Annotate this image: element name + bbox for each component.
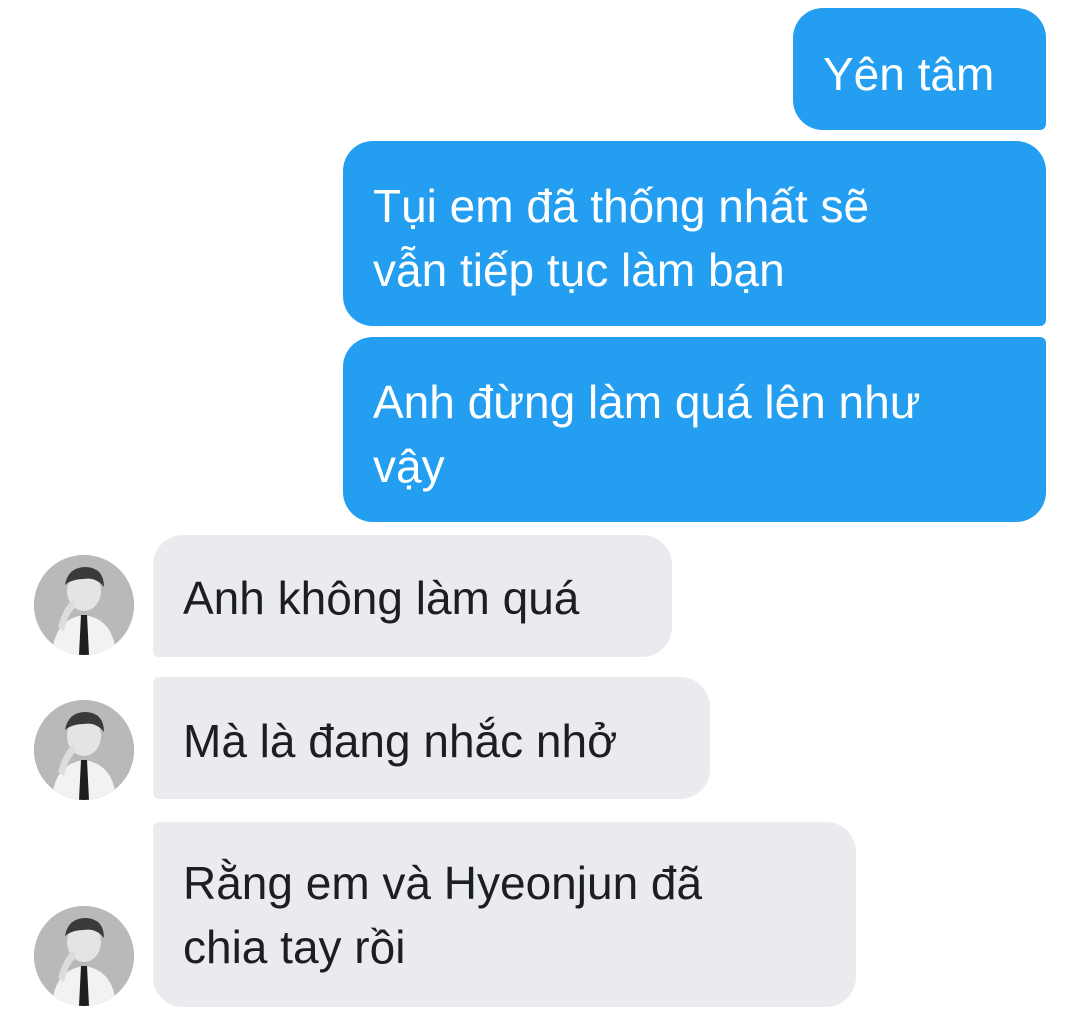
sent-message-bubble[interactable]: Anh đừng làm quá lên như vậy (343, 337, 1046, 522)
profile-photo-icon (34, 555, 134, 655)
message-text-line: Tụi em đã thống nhất sẽ (373, 180, 870, 232)
contact-avatar[interactable] (34, 555, 134, 655)
received-message-bubble[interactable]: Anh không làm quá (153, 535, 672, 657)
message-text: Yên tâm (823, 48, 995, 100)
sent-message-bubble[interactable]: Yên tâm (793, 8, 1046, 130)
sent-message-bubble[interactable]: Tụi em đã thống nhất sẽ vẫn tiếp tục làm… (343, 141, 1046, 326)
message-text-line: vẫn tiếp tục làm bạn (373, 244, 785, 296)
message-text-line: Rằng em và Hyeonjun đã (183, 857, 703, 909)
message-text-line: vậy (373, 440, 445, 492)
message-text-line: Anh đừng làm quá lên như (373, 376, 921, 428)
message-text-line: chia tay rồi (183, 921, 406, 973)
contact-avatar[interactable] (34, 700, 134, 800)
message-text: Anh không làm quá (183, 572, 580, 624)
received-message-bubble[interactable]: Rằng em và Hyeonjun đã chia tay rồi (153, 822, 856, 1007)
message-text: Mà là đang nhắc nhở (183, 715, 618, 767)
received-message-bubble[interactable]: Mà là đang nhắc nhở (153, 677, 710, 799)
profile-photo-icon (34, 906, 134, 1006)
contact-avatar[interactable] (34, 906, 134, 1006)
profile-photo-icon (34, 700, 134, 800)
